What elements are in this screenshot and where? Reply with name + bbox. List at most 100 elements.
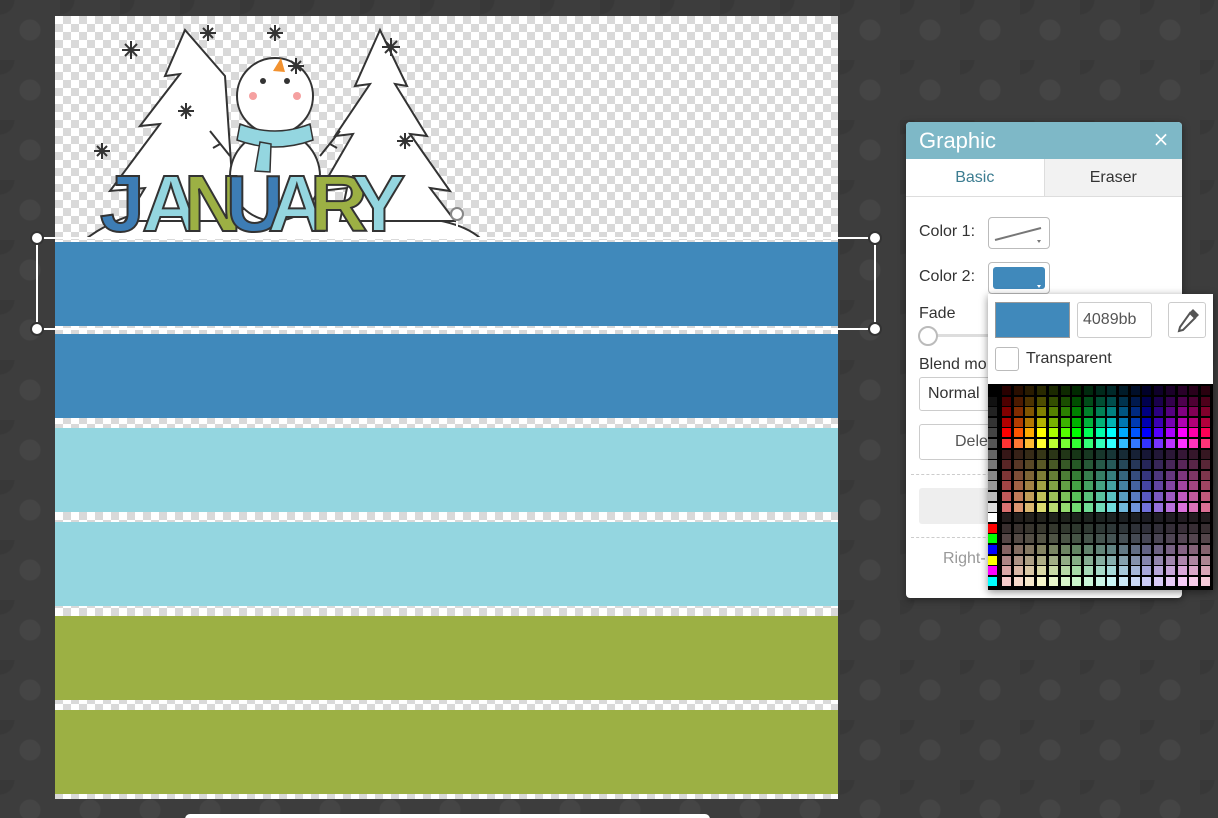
- palette-swatch[interactable]: [988, 523, 997, 533]
- palette-swatch[interactable]: [1060, 417, 1070, 427]
- palette-swatch[interactable]: [1025, 534, 1035, 544]
- palette-swatch[interactable]: [1154, 492, 1164, 501]
- palette-swatch[interactable]: [1072, 513, 1082, 523]
- palette-swatch[interactable]: [1060, 407, 1070, 417]
- palette-swatch[interactable]: [1154, 534, 1164, 544]
- tab-basic[interactable]: Basic: [906, 159, 1044, 196]
- palette-swatch[interactable]: [1072, 386, 1082, 395]
- palette-swatch[interactable]: [1177, 417, 1187, 427]
- palette-swatch[interactable]: [1048, 386, 1058, 395]
- palette-swatch[interactable]: [988, 396, 997, 406]
- palette-swatch[interactable]: [1013, 396, 1023, 406]
- palette-swatch[interactable]: [1130, 428, 1140, 438]
- palette-swatch[interactable]: [988, 502, 997, 512]
- palette-swatch[interactable]: [1200, 417, 1210, 427]
- palette-swatch[interactable]: [1200, 492, 1210, 501]
- palette-swatch[interactable]: [1142, 534, 1152, 544]
- palette-swatch[interactable]: [1154, 407, 1164, 417]
- palette-swatch[interactable]: [1048, 428, 1058, 438]
- palette-swatch[interactable]: [1142, 502, 1152, 512]
- palette-swatch[interactable]: [1060, 576, 1070, 586]
- palette-swatch[interactable]: [1083, 396, 1093, 406]
- palette-swatch[interactable]: [1037, 439, 1047, 448]
- palette-swatch[interactable]: [1142, 555, 1152, 565]
- palette-swatch[interactable]: [1072, 428, 1082, 438]
- palette-swatch[interactable]: [1037, 492, 1047, 501]
- palette-swatch[interactable]: [1177, 555, 1187, 565]
- palette-swatch[interactable]: [1048, 470, 1058, 480]
- palette-swatch[interactable]: [1095, 576, 1105, 586]
- palette-swatch[interactable]: [1165, 523, 1175, 533]
- palette-swatch[interactable]: [1095, 481, 1105, 491]
- palette-swatch[interactable]: [1002, 470, 1011, 480]
- palette-swatch[interactable]: [1154, 396, 1164, 406]
- palette-swatch[interactable]: [1165, 566, 1175, 576]
- fade-slider-knob[interactable]: [918, 326, 938, 346]
- palette-swatch[interactable]: [1025, 523, 1035, 533]
- palette-swatch[interactable]: [1107, 523, 1117, 533]
- hex-color-input[interactable]: [1077, 302, 1152, 338]
- palette-swatch[interactable]: [1072, 481, 1082, 491]
- palette-swatch[interactable]: [1189, 460, 1199, 470]
- palette-swatch[interactable]: [1072, 502, 1082, 512]
- palette-swatch[interactable]: [1177, 428, 1187, 438]
- palette-swatch[interactable]: [1037, 386, 1047, 395]
- palette-swatch[interactable]: [1154, 417, 1164, 427]
- palette-swatch[interactable]: [1165, 555, 1175, 565]
- delete-button[interactable]: Dele: [919, 424, 999, 460]
- palette-swatch[interactable]: [1177, 523, 1187, 533]
- palette-swatch[interactable]: [1154, 576, 1164, 586]
- palette-swatch[interactable]: [1200, 481, 1210, 491]
- palette-swatch[interactable]: [1130, 396, 1140, 406]
- palette-swatch[interactable]: [1072, 523, 1082, 533]
- color-stripe[interactable]: [55, 710, 838, 794]
- palette-swatch[interactable]: [1142, 386, 1152, 395]
- palette-swatch[interactable]: [1002, 576, 1011, 586]
- palette-swatch[interactable]: [1154, 428, 1164, 438]
- secondary-button[interactable]: [919, 488, 999, 524]
- palette-swatch[interactable]: [1119, 439, 1128, 448]
- palette-swatch[interactable]: [1200, 566, 1210, 576]
- palette-swatch[interactable]: [988, 566, 997, 576]
- palette-swatch[interactable]: [1189, 428, 1199, 438]
- palette-swatch[interactable]: [1025, 492, 1035, 501]
- palette-swatch[interactable]: [1095, 502, 1105, 512]
- palette-swatch[interactable]: [1107, 470, 1117, 480]
- palette-swatch[interactable]: [1165, 545, 1175, 554]
- palette-swatch[interactable]: [1048, 502, 1058, 512]
- palette-swatch[interactable]: [1060, 386, 1070, 395]
- palette-swatch[interactable]: [1095, 470, 1105, 480]
- palette-swatch[interactable]: [1154, 481, 1164, 491]
- palette-swatch[interactable]: [988, 534, 997, 544]
- palette-swatch[interactable]: [1154, 555, 1164, 565]
- palette-swatch[interactable]: [1083, 460, 1093, 470]
- palette-swatch[interactable]: [1142, 566, 1152, 576]
- palette-swatch[interactable]: [1002, 513, 1011, 523]
- palette-swatch[interactable]: [1165, 534, 1175, 544]
- palette-swatch[interactable]: [1165, 470, 1175, 480]
- palette-swatch[interactable]: [1107, 502, 1117, 512]
- palette-swatch[interactable]: [1060, 555, 1070, 565]
- palette-swatch[interactable]: [1060, 396, 1070, 406]
- palette-swatch[interactable]: [1095, 534, 1105, 544]
- palette-swatch[interactable]: [1130, 502, 1140, 512]
- january-snowman-graphic[interactable]: JANUARY: [85, 16, 485, 241]
- palette-swatch[interactable]: [1177, 492, 1187, 501]
- palette-swatch[interactable]: [1013, 513, 1023, 523]
- palette-swatch[interactable]: [1013, 386, 1023, 395]
- palette-swatch[interactable]: [1095, 439, 1105, 448]
- palette-swatch[interactable]: [1048, 545, 1058, 554]
- palette-swatch[interactable]: [1083, 513, 1093, 523]
- palette-swatch[interactable]: [1154, 566, 1164, 576]
- palette-swatch[interactable]: [1072, 555, 1082, 565]
- palette-swatch[interactable]: [1002, 449, 1011, 459]
- palette-swatch[interactable]: [1130, 492, 1140, 501]
- palette-swatch[interactable]: [1130, 555, 1140, 565]
- palette-swatch[interactable]: [1189, 513, 1199, 523]
- palette-swatch[interactable]: [1200, 534, 1210, 544]
- palette-swatch[interactable]: [1013, 470, 1023, 480]
- palette-swatch[interactable]: [1107, 513, 1117, 523]
- palette-swatch[interactable]: [1083, 407, 1093, 417]
- palette-swatch[interactable]: [1200, 523, 1210, 533]
- palette-swatch[interactable]: [1119, 428, 1128, 438]
